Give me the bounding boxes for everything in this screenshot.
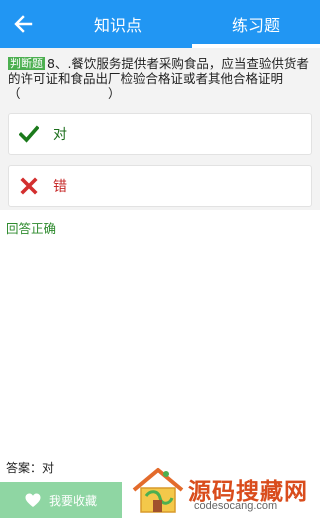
option-true[interactable]: 对 [8, 113, 312, 155]
answer-text: 答案：对 [6, 461, 55, 475]
question-text: 8、.餐饮服务提供者采购食品，应当查验供货者的许可证和食品出厂检验合格证或者其他… [8, 56, 309, 101]
question-type-badge: 判断题 [8, 57, 45, 70]
option-true-label: 对 [53, 127, 67, 143]
tab-practice[interactable]: 练习题 [192, 0, 320, 48]
favorite-button[interactable]: 我要收藏 [0, 482, 122, 518]
favorite-label: 我要收藏 [48, 493, 97, 508]
watermark: 源码搜藏网 codesocang.com [124, 466, 320, 518]
app: 知识点 练习题 判断题 8、.餐饮服务提供者采购食品，应当查验供货者的许可证和食品… [0, 0, 320, 518]
check-icon [19, 124, 39, 144]
option-false[interactable]: 错 [8, 165, 312, 207]
question-text-block: 判断题 8、.餐饮服务提供者采购食品，应当查验供货者的许可证和食品出厂检验合格证或… [8, 56, 312, 101]
watermark-subtitle: codesocang.com [194, 500, 278, 512]
heart-icon [25, 492, 41, 508]
house-logo-icon [132, 468, 184, 513]
top-bar: 知识点 练习题 [0, 0, 320, 48]
tab-knowledge[interactable]: 知识点 [70, 0, 166, 48]
option-false-label: 错 [53, 179, 67, 195]
back-arrow-icon [14, 15, 33, 33]
result-text: 回答正确 [6, 221, 57, 236]
back-button[interactable] [8, 9, 38, 39]
cross-icon [19, 176, 39, 196]
